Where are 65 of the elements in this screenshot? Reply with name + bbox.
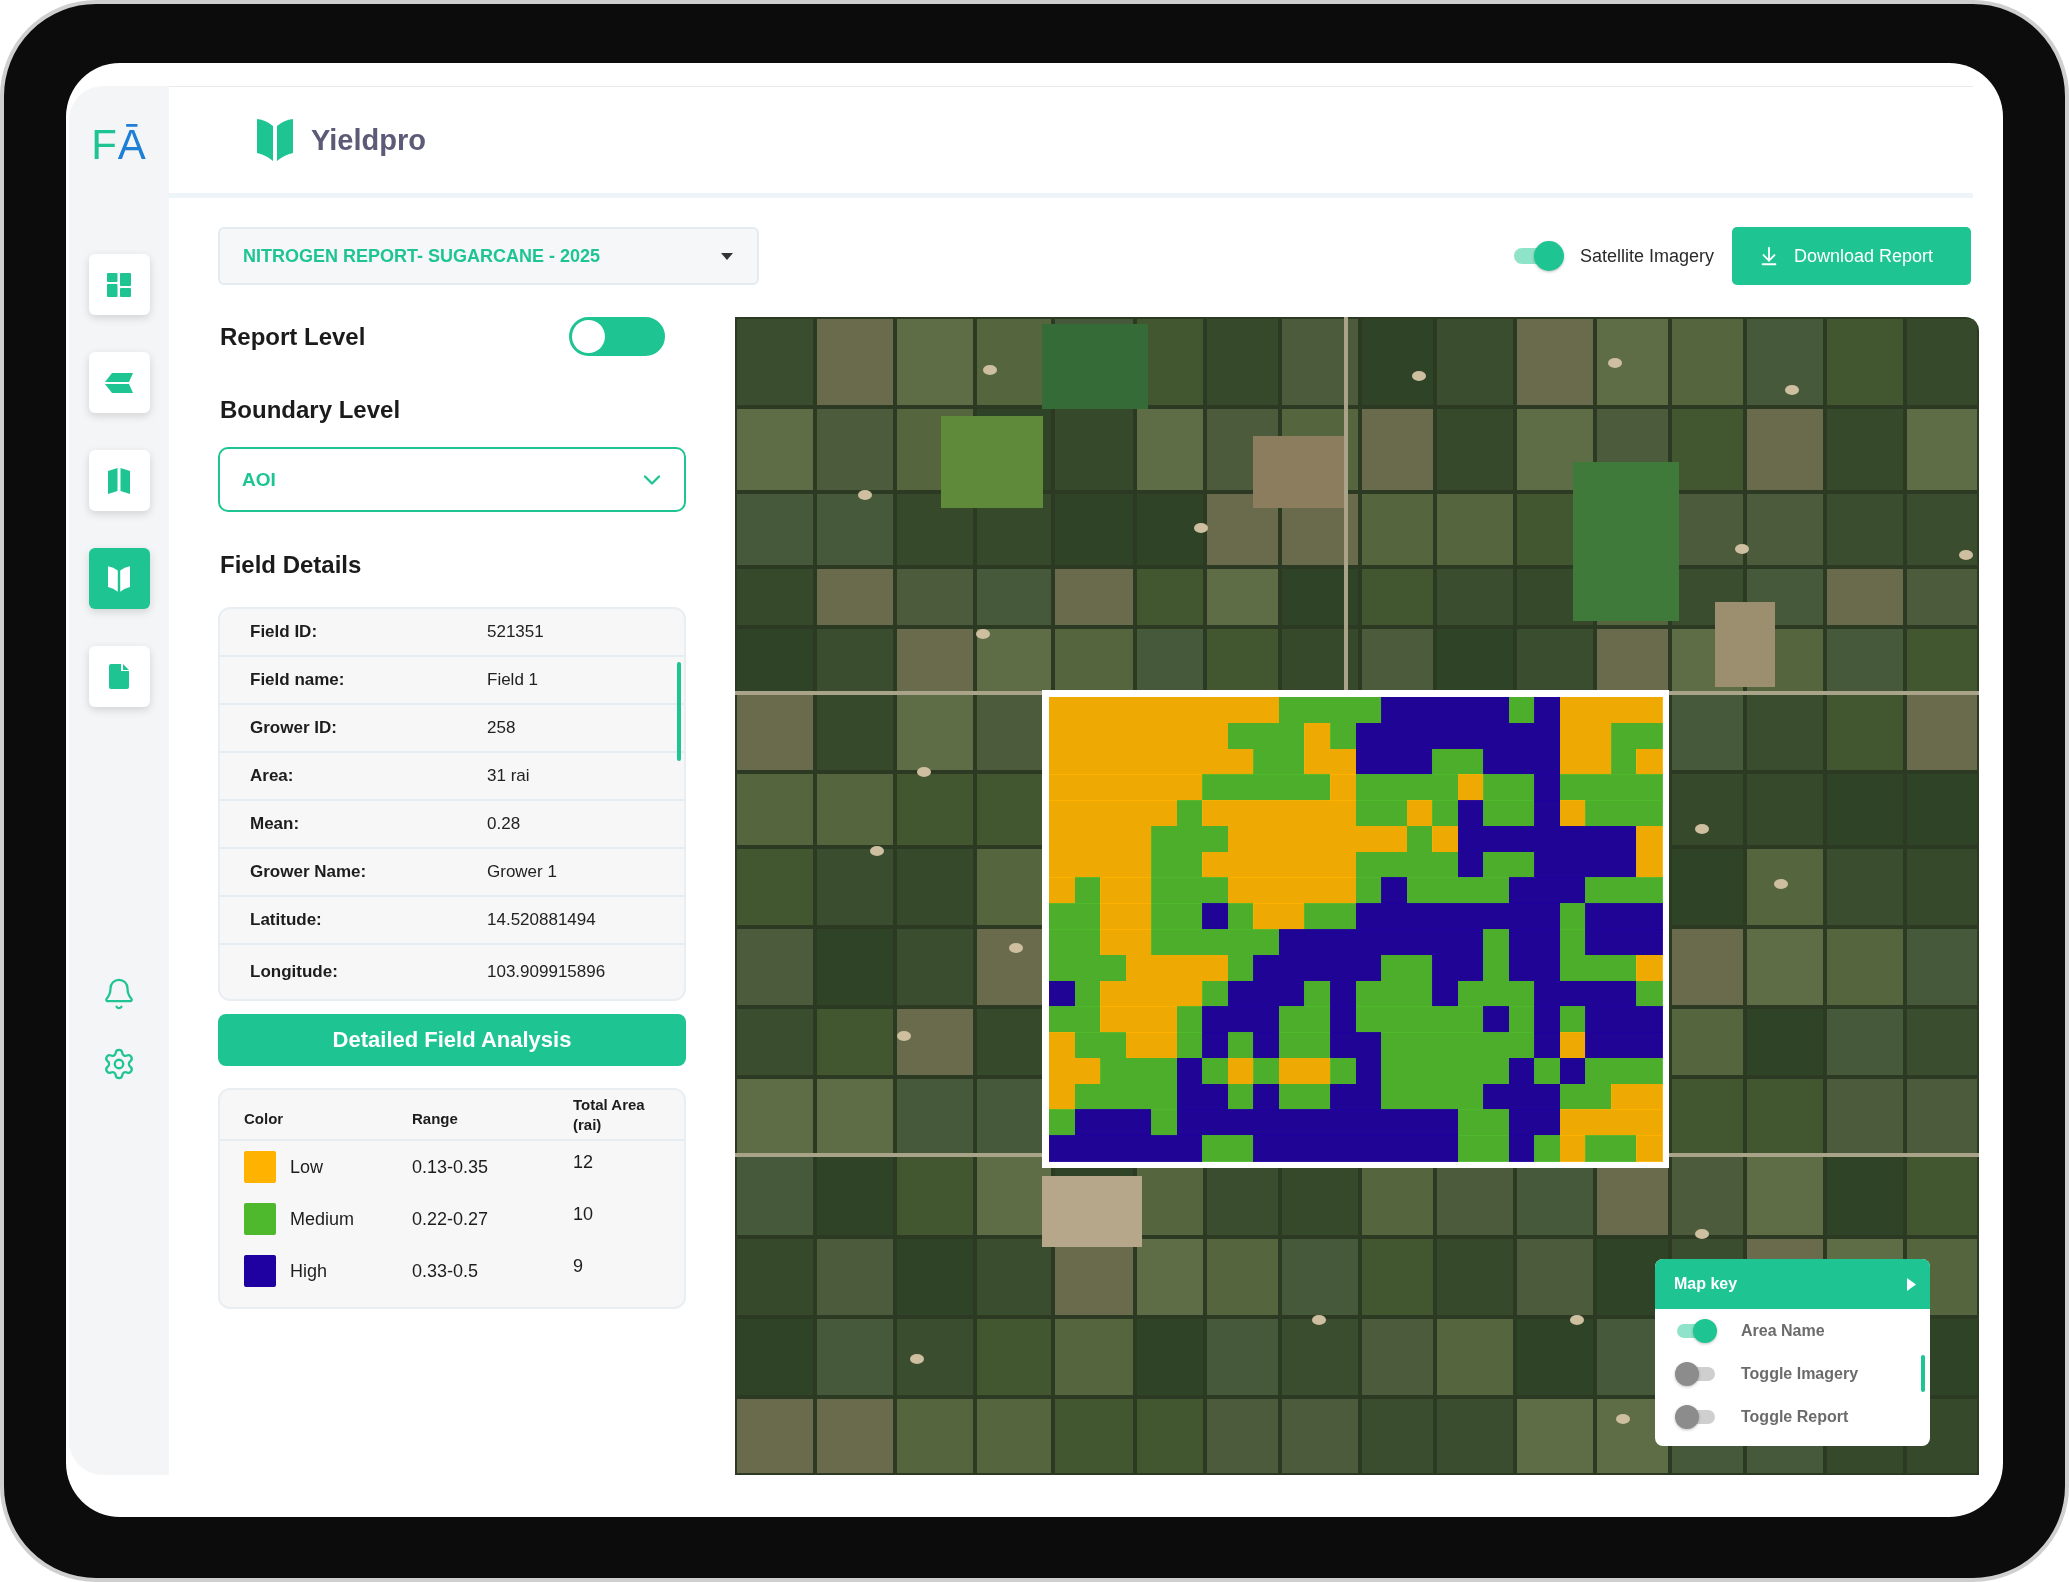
boundary-level-label: Boundary Level xyxy=(219,395,402,425)
field-value: Grower 1 xyxy=(487,862,558,882)
field-value: 258 xyxy=(487,718,517,738)
column-header: Color xyxy=(244,1108,285,1129)
legend-range: 0.13-0.35 xyxy=(412,1156,490,1178)
map-key-label: Toggle Imagery xyxy=(1741,1364,1859,1383)
settings-button[interactable] xyxy=(102,1047,136,1081)
legend-range: 0.33-0.5 xyxy=(412,1260,480,1282)
map-key-label: Toggle Report xyxy=(1741,1407,1849,1426)
legend-level: Medium xyxy=(290,1208,355,1230)
notification-bell-icon xyxy=(102,977,136,1011)
map-key-title: Map key xyxy=(1674,1275,1738,1293)
caret-down-icon xyxy=(721,252,733,260)
download-button[interactable]: Download Report xyxy=(1732,227,1971,285)
field-label: Field ID: xyxy=(250,622,319,642)
field-label: Area: xyxy=(250,766,295,786)
detailed-analysis-button[interactable]: Detailed Field Analysis xyxy=(218,1014,686,1066)
scrollbar-thumb[interactable] xyxy=(1921,1355,1925,1392)
sidebar-nav-button[interactable] xyxy=(88,352,150,413)
field-label: Grower Name: xyxy=(250,862,368,882)
app-name: Yieldpro xyxy=(311,123,426,157)
legend-area: 12 xyxy=(573,1151,684,1183)
report-level-switch[interactable] xyxy=(569,317,665,356)
legend-level: Low xyxy=(290,1156,324,1178)
sidebar-nav-button[interactable] xyxy=(88,254,150,315)
legend-level: High xyxy=(290,1260,328,1282)
open-book-icon xyxy=(108,565,130,592)
column-header: Total Area (rai) xyxy=(573,1094,646,1135)
boundary-select[interactable]: AOI xyxy=(218,447,686,512)
field-label: Field name: xyxy=(250,670,346,690)
field-label: Latitude: xyxy=(250,910,323,930)
split-arrow-icon xyxy=(105,372,133,393)
field-value: 31 rai xyxy=(487,766,531,786)
map-key-switch[interactable] xyxy=(1675,1318,1717,1343)
column-header: Range xyxy=(412,1108,459,1129)
legend-range: 0.22-0.27 xyxy=(412,1208,490,1230)
switch-label: Satellite Imagery xyxy=(1579,245,1714,267)
map-fold-icon xyxy=(108,467,130,494)
report-select[interactable]: NITROGEN REPORT- SUGARCANE - 2025 xyxy=(218,227,759,285)
section-heading: Field Details xyxy=(219,550,363,580)
field-label: Longitude: xyxy=(250,962,339,982)
document-icon xyxy=(109,664,129,689)
field-value: Field 1 xyxy=(487,670,540,690)
field-value: 0.28 xyxy=(487,814,522,834)
field-value: 14.520881494 xyxy=(487,910,597,930)
map-key-switch[interactable] xyxy=(1675,1404,1717,1429)
map-key-label: Area Name xyxy=(1741,1321,1825,1340)
notification-button[interactable] xyxy=(102,977,136,1011)
legend-area: 9 xyxy=(573,1255,684,1287)
field-value: 521351 xyxy=(487,622,545,642)
field-value: 103.909915896 xyxy=(487,962,607,982)
field-label: Mean: xyxy=(250,814,301,834)
dashboard-icon xyxy=(107,272,131,297)
field-label: Grower ID: xyxy=(250,718,338,738)
settings-icon xyxy=(102,1047,136,1081)
sidebar-nav-button[interactable] xyxy=(88,548,150,609)
map-key-switch[interactable] xyxy=(1675,1361,1717,1386)
sidebar-nav-button[interactable] xyxy=(88,646,150,707)
sidebar-nav-button[interactable] xyxy=(88,450,150,511)
legend-area: 10 xyxy=(573,1203,684,1235)
open-book-icon xyxy=(257,119,293,161)
scrollbar-thumb[interactable] xyxy=(677,662,681,761)
caret-right-icon[interactable] xyxy=(1907,1277,1916,1291)
brand-logo: FĀ xyxy=(91,125,147,165)
report-level-label: Report Level xyxy=(219,321,366,352)
